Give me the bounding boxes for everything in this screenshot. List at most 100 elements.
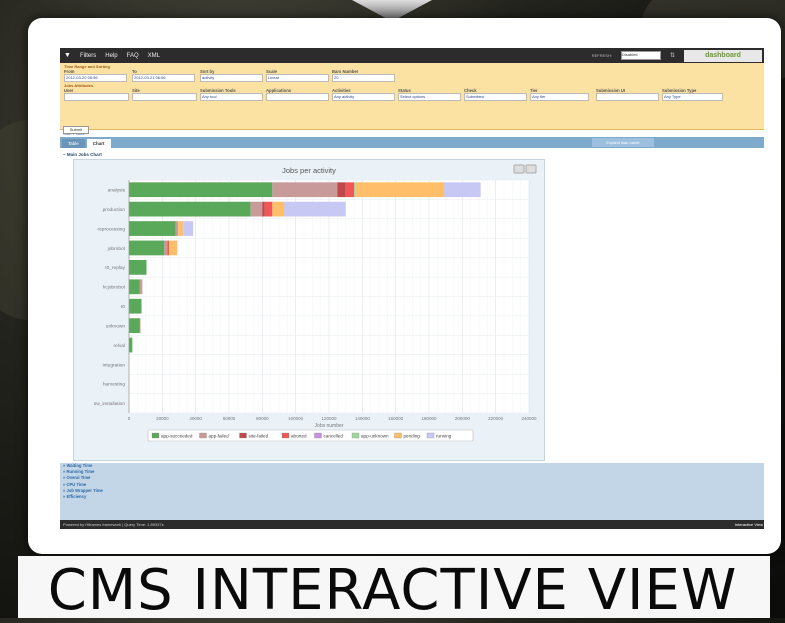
top-menu-bar: ▼ Filters Help FAQ XML REFRESH: Disabled… (60, 48, 764, 63)
y-category-label: relval (114, 343, 125, 349)
tier-select[interactable]: Any tier (530, 93, 589, 101)
menu-faq[interactable]: FAQ (127, 53, 139, 59)
filter-icon: ▼ (64, 52, 71, 59)
menu-help[interactable]: Help (105, 53, 117, 59)
y-category-label: unknown (106, 323, 126, 329)
y-category-label: hcjobrobot (103, 285, 126, 291)
export-icon[interactable] (525, 164, 537, 174)
submit-button[interactable]: Submit (63, 126, 89, 134)
bar-segment-pending (178, 221, 184, 236)
legend-label-site-failed: site-failed (249, 433, 269, 438)
bar-segment-app-unknown (354, 182, 356, 198)
x-tick-label: 160000 (388, 416, 404, 421)
chart-legend (147, 429, 474, 442)
bars-number-input[interactable]: 20 (332, 74, 395, 82)
x-tick-label: 140000 (355, 416, 371, 421)
status-select[interactable]: Select options (398, 93, 461, 101)
x-tick-label: 200000 (455, 416, 471, 421)
extra-charts-list: » Waiting Time » Running Time » Overal T… (60, 463, 764, 525)
y-category-label: jobrobot (107, 246, 126, 252)
x-tick-label: 60000 (223, 416, 236, 421)
view-tabs: Table Chart Expand task name (60, 137, 764, 148)
bar-segment-aborted (167, 240, 169, 256)
refresh-select[interactable]: Disabled (620, 51, 661, 60)
chart-title: Jobs per activity (282, 166, 336, 175)
x-tick-label: 0 (128, 416, 131, 421)
refresh-label: REFRESH: (591, 53, 612, 58)
legend-swatch-aborted (281, 432, 290, 439)
sortby-select[interactable]: activity (200, 74, 263, 82)
bar-segment-aborted (264, 201, 273, 217)
applications-input[interactable] (266, 93, 329, 101)
bar-segment-app-failed (164, 240, 168, 256)
x-tick-label: 220000 (488, 416, 504, 421)
y-category-label: t0 (121, 304, 125, 310)
x-tick-label: 240000 (521, 416, 537, 421)
legend-label-app-succeeded: app-succeeded (161, 433, 193, 438)
y-category-label: production (103, 207, 126, 213)
y-category-label: reprocessing (98, 226, 126, 232)
bar-segment-app-succeeded (129, 318, 140, 334)
footer-powered-by: Powered by Hiframes framework | Query Ti… (63, 522, 164, 527)
submission-ui-input[interactable] (596, 93, 659, 101)
tab-chart[interactable]: Chart (86, 139, 111, 148)
bar-segment-running (444, 182, 481, 198)
x-tick-label: 180000 (421, 416, 437, 421)
y-category-label: analysis (108, 188, 126, 194)
jobs-chart-panel: Jobs per activity 0 20000 40000 60000 80000 10… (73, 159, 545, 461)
bar-segment-app-failed (139, 279, 143, 295)
jobs-per-activity-chart: Jobs per activity 0 20000 40000 60000 80000 10… (94, 164, 537, 442)
legend-swatch-pending (394, 432, 402, 439)
check-select[interactable]: Submitted (464, 93, 527, 101)
submission-tools-select[interactable]: Any tool (200, 93, 263, 101)
menu-xml[interactable]: XML (148, 53, 160, 59)
site-input[interactable] (132, 93, 197, 101)
footer-bar: Powered by Hiframes framework | Query Ti… (60, 520, 764, 529)
bar-segment-pending (355, 182, 444, 198)
y-category-label: sw_installation (94, 401, 126, 407)
x-tick-label: 20000 (156, 416, 169, 421)
legend-label-aborted: aborted (291, 433, 307, 438)
bar-segment-site-failed (262, 201, 265, 217)
legend-label-running: running (436, 433, 452, 438)
bar-segment-app-succeeded (129, 201, 251, 217)
from-input[interactable]: 2012-03-20 06:56 (64, 74, 127, 82)
menu-filters[interactable]: Filters (80, 53, 96, 59)
x-tick-label: 100000 (288, 416, 304, 421)
bar-segment-aborted (139, 318, 141, 334)
legend-label-cancelled: cancelled (324, 433, 344, 438)
bar-segment-site-failed (337, 182, 346, 198)
legend-swatch-app-unknown (351, 432, 360, 439)
bar-segment-app-failed (272, 182, 338, 198)
expand-task-name-button[interactable]: Expand task name (592, 138, 654, 147)
bar-segment-app-succeeded (129, 259, 147, 275)
bar-segment-pending (272, 201, 284, 217)
tab-table[interactable]: Table (62, 139, 85, 148)
x-axis-label: Jobs number (315, 423, 344, 429)
bar-segment-pending (169, 240, 178, 256)
bar-segment-app-succeeded (129, 240, 164, 256)
bar-segment-app-succeeded (129, 279, 140, 295)
y-category-label: harvesting (103, 382, 125, 388)
print-icon[interactable] (513, 164, 525, 174)
user-input[interactable] (64, 93, 129, 101)
bar-segment-app-failed (250, 201, 263, 217)
bar-segment-app-succeeded (129, 298, 142, 314)
x-tick-label: 40000 (189, 416, 202, 421)
submission-type-select[interactable]: Any Type (662, 93, 723, 101)
caption-title: CMS INTERACTIVE VIEW (47, 558, 738, 623)
dashboard-screen: ▼ Filters Help FAQ XML REFRESH: Disabled… (60, 48, 764, 532)
efficiency-link[interactable]: » Efficiency (60, 494, 764, 500)
activities-select[interactable]: Any activity (332, 93, 395, 101)
legend-swatch-app-failed (199, 432, 207, 439)
breadcrumb[interactable]: Start » Jobs (60, 130, 764, 137)
scale-select[interactable]: Linear (266, 74, 329, 82)
bar-segment-app-succeeded (129, 337, 133, 353)
x-tick-label: 80000 (256, 416, 269, 421)
legend-swatch-app-succeeded (151, 432, 160, 439)
bar-segment-app-succeeded (129, 182, 273, 198)
to-input[interactable]: 2012-03-21 06:56 (132, 74, 195, 82)
dashboard-logo: dashboard (684, 49, 762, 62)
legend-label-app-failed: app-failed (209, 433, 230, 438)
refresh-button-icon[interactable]: ⇅ (670, 52, 675, 59)
